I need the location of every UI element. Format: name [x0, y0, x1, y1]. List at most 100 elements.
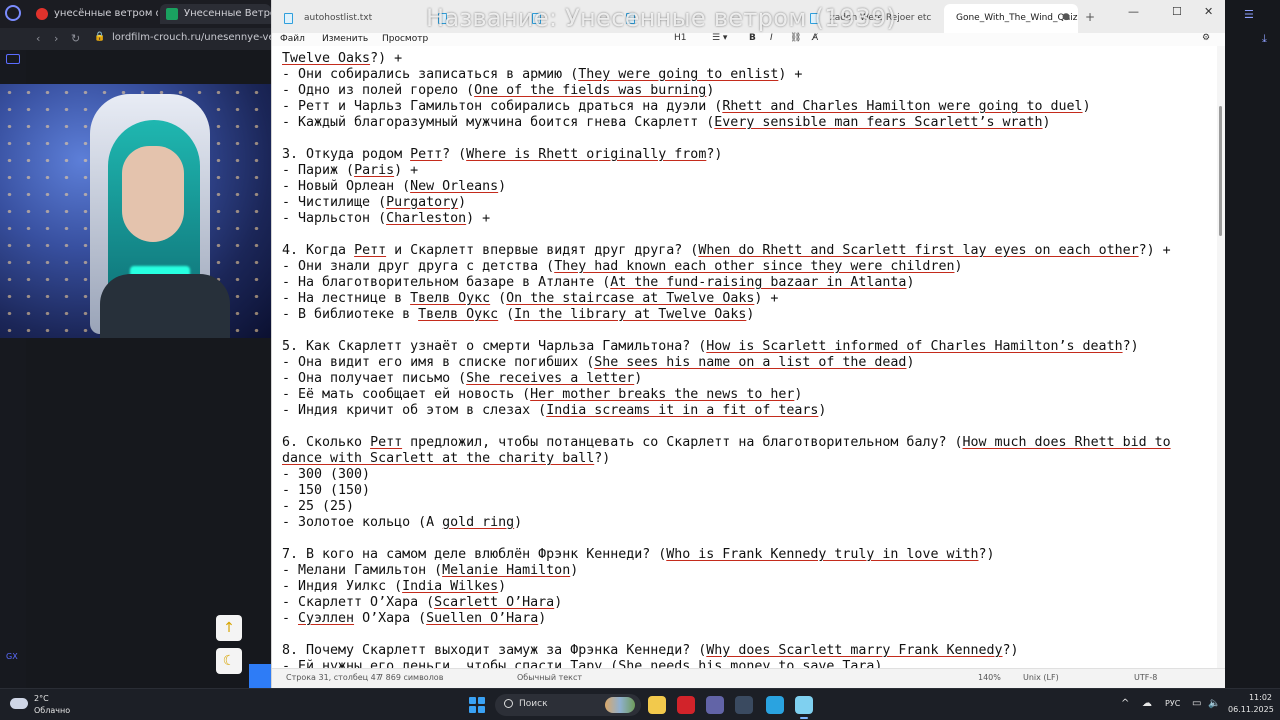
dark-mode-button[interactable]: ☾: [216, 648, 242, 674]
close-tab-icon[interactable]: ●: [1062, 12, 1070, 22]
close-window-button[interactable]: ✕: [1204, 5, 1213, 18]
editor-line[interactable]: - Чистилище (Purgatory): [282, 195, 1171, 211]
menu-file[interactable]: Файл: [280, 34, 305, 44]
browser-tab[interactable]: унесённые ветром филь: [30, 4, 158, 24]
tray-chevron-icon[interactable]: ^: [1121, 698, 1129, 709]
reload-icon[interactable]: ↻: [71, 32, 80, 45]
editor-line[interactable]: - Скарлетт О’Хара (Scarlett O’Hara): [282, 595, 1171, 611]
bold-button[interactable]: B: [749, 33, 756, 43]
weather-temp: 2°C: [34, 694, 49, 703]
editor-line[interactable]: - В библиотеке в Твелв Оукс (In the libr…: [282, 307, 1171, 323]
link-icon[interactable]: ⛓: [790, 33, 801, 43]
onedrive-icon[interactable]: ☁: [1142, 698, 1152, 709]
editor-line[interactable]: - Новый Орлеан (New Orleans): [282, 179, 1171, 195]
editor-line[interactable]: 3. Откуда родом Ретт? (Where is Rhett or…: [282, 147, 1171, 163]
vertical-scrollbar[interactable]: [1217, 46, 1225, 668]
taskbar-search[interactable]: Поиск: [495, 694, 641, 716]
notepad-tab[interactable]: [428, 4, 518, 33]
text-editor[interactable]: Twelve Oaks?) + - Они собирались записать…: [272, 46, 1217, 668]
notepad-icon[interactable]: [795, 696, 813, 719]
editor-text: ) +: [754, 291, 779, 306]
editor-line[interactable]: - Мелани Гамильтон (Melanie Hamilton): [282, 563, 1171, 579]
encoding[interactable]: UTF-8: [1134, 673, 1157, 682]
editor-text: 8. Почему Скарлетт выходит замуж за Фрэн…: [282, 643, 707, 658]
editor-line[interactable]: - 150 (150): [282, 483, 1171, 499]
back-icon[interactable]: ‹: [36, 32, 40, 45]
notepad-tab[interactable]: autohostlist.txt: [274, 4, 424, 33]
editor-line[interactable]: - Суэллен О’Хара (Suellen O’Hara): [282, 611, 1171, 627]
maximize-button[interactable]: ☐: [1172, 5, 1182, 18]
menu-view[interactable]: Просмотр: [382, 34, 428, 44]
editor-line[interactable]: [282, 323, 1171, 339]
editor-line[interactable]: - Индия кричит об этом в слезах (India s…: [282, 403, 1171, 419]
browser-tab-active[interactable]: Унесенные Ветром Фи: [160, 4, 271, 24]
notepad-tab[interactable]: zadon Were Rejoer etc: [800, 4, 950, 33]
editor-line[interactable]: - Ей нужны его деньги, чтобы спасти Тару…: [282, 659, 1171, 668]
sidebar-gx-icon[interactable]: GX: [6, 652, 20, 662]
steam-icon[interactable]: [735, 696, 753, 714]
editor-line[interactable]: [282, 531, 1171, 547]
editor-line[interactable]: [282, 419, 1171, 435]
browser-menu-icon[interactable]: ☰: [1244, 8, 1254, 21]
teams-icon[interactable]: [706, 696, 724, 714]
editor-line[interactable]: - Её мать сообщает ей новость (Her mothe…: [282, 387, 1171, 403]
editor-line[interactable]: 8. Почему Скарлетт выходит замуж за Фрэн…: [282, 643, 1171, 659]
opera-icon[interactable]: [677, 696, 695, 714]
notepad-tab[interactable]: [522, 4, 612, 33]
editor-line[interactable]: - На лестнице в Твелв Оукс (On the stair…: [282, 291, 1171, 307]
forward-icon[interactable]: ›: [54, 32, 58, 45]
network-icon[interactable]: ▭: [1192, 698, 1201, 709]
language-indicator[interactable]: РУС: [1165, 699, 1180, 708]
notepad-tab-active[interactable]: Gone_With_The_Wind_Quiz ●: [944, 4, 1078, 33]
minimize-button[interactable]: —: [1128, 5, 1139, 18]
scrollbar-thumb[interactable]: [1219, 106, 1222, 236]
editor-line[interactable]: - Она видит его имя в списке погибших (S…: [282, 355, 1171, 371]
editor-line[interactable]: 7. В кого на самом деле влюблён Фрэнк Ке…: [282, 547, 1171, 563]
scroll-up-button[interactable]: ↑: [216, 615, 242, 641]
editor-line[interactable]: 5. Как Скарлетт узнаёт о смерти Чарльза …: [282, 339, 1171, 355]
text-format[interactable]: Обычный текст: [517, 673, 582, 682]
list-icon[interactable]: ☰ ▾: [712, 33, 727, 43]
notepad-tab[interactable]: [616, 4, 706, 33]
gear-icon[interactable]: ⚙: [1202, 33, 1210, 43]
cursor-position: Строка 31, столбец 47: [286, 673, 381, 682]
clear-format-icon[interactable]: A̸: [812, 33, 818, 43]
editor-line[interactable]: 4. Когда Ретт и Скарлетт впервые видят д…: [282, 243, 1171, 259]
opera-logo-icon[interactable]: [5, 5, 21, 21]
spellcheck-word: They were going to enlist: [578, 67, 779, 82]
editor-content[interactable]: Twelve Oaks?) + - Они собирались записать…: [282, 51, 1171, 668]
menu-edit[interactable]: Изменить: [322, 34, 368, 44]
italic-button[interactable]: I: [770, 33, 773, 43]
sidebar-panel-icon[interactable]: [6, 54, 20, 64]
file-explorer-icon[interactable]: [648, 696, 666, 714]
editor-line[interactable]: dance with Scarlett at the charity ball?…: [282, 451, 1171, 467]
editor-line[interactable]: 6. Сколько Ретт предложил, чтобы потанце…: [282, 435, 1171, 451]
editor-line[interactable]: - Индия Уилкс (India Wilkes): [282, 579, 1171, 595]
editor-line[interactable]: - 25 (25): [282, 499, 1171, 515]
editor-text: ) +: [778, 67, 803, 82]
editor-line[interactable]: [282, 627, 1171, 643]
line-ending[interactable]: Unix (LF): [1023, 673, 1059, 682]
telegram-icon[interactable]: [766, 696, 784, 714]
editor-line[interactable]: - Чарльстон (Charleston) +: [282, 211, 1171, 227]
editor-line[interactable]: - Она получает письмо (She receives a le…: [282, 371, 1171, 387]
heading-dropdown[interactable]: H1: [674, 33, 687, 43]
editor-line[interactable]: - Они собирались записаться в армию (The…: [282, 67, 1171, 83]
editor-line[interactable]: - Ретт и Чарльз Гамильтон собирались дра…: [282, 99, 1171, 115]
clock[interactable]: 11:02 06.11.2025: [1228, 692, 1274, 716]
editor-line[interactable]: - Золотое кольцо (A gold ring): [282, 515, 1171, 531]
editor-line[interactable]: [282, 131, 1171, 147]
editor-line[interactable]: - Париж (Paris) +: [282, 163, 1171, 179]
volume-icon[interactable]: 🔈: [1208, 698, 1220, 709]
editor-line[interactable]: Twelve Oaks?) +: [282, 51, 1171, 67]
download-icon[interactable]: ⤓: [1262, 32, 1267, 46]
editor-line[interactable]: - Они знали друг друга с детства (They h…: [282, 259, 1171, 275]
editor-line[interactable]: - На благотворительном базаре в Атланте …: [282, 275, 1171, 291]
editor-line[interactable]: - Каждый благоразумный мужчина боится гн…: [282, 115, 1171, 131]
editor-line[interactable]: [282, 227, 1171, 243]
windows-start-icon[interactable]: [469, 697, 485, 713]
editor-line[interactable]: - 300 (300): [282, 467, 1171, 483]
zoom-level[interactable]: 140%: [978, 673, 1001, 682]
new-tab-button[interactable]: +: [1085, 10, 1095, 24]
editor-line[interactable]: - Одно из полей горело (One of the field…: [282, 83, 1171, 99]
